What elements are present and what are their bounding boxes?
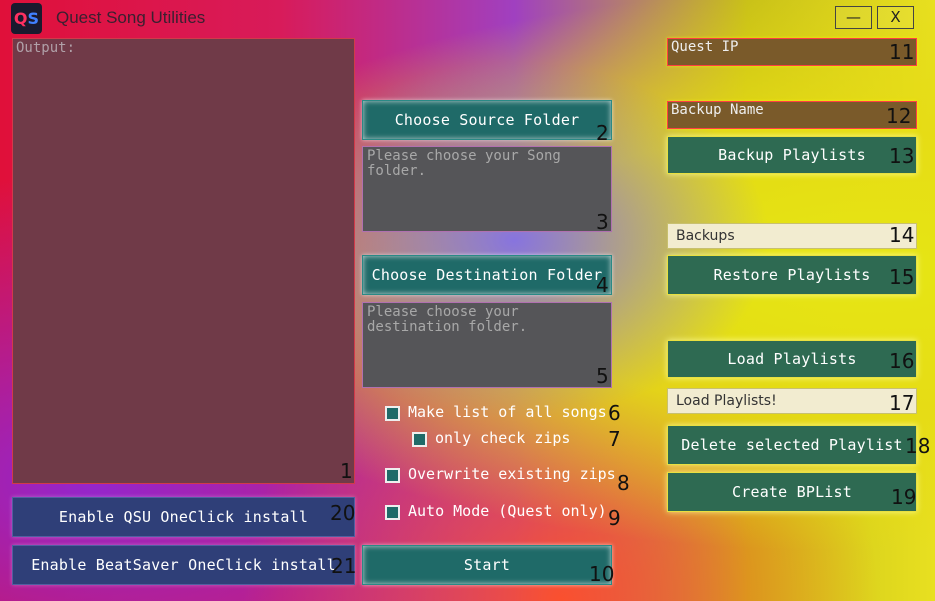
source-field-number: 3 [596, 210, 609, 234]
only-check-zips-number: 7 [608, 427, 621, 451]
backups-number: 14 [889, 223, 915, 247]
output-label: Output: [16, 40, 76, 56]
only-check-zips-label: only check zips [435, 429, 571, 447]
make-list-label: Make list of all songs [408, 403, 607, 421]
create-bplist-button[interactable]: Create BPList [667, 472, 917, 512]
backup-name-field[interactable]: Backup Name [667, 101, 917, 129]
create-bplist-number: 19 [891, 485, 917, 509]
auto-mode-checkbox[interactable] [385, 505, 400, 520]
make-list-number: 6 [608, 401, 621, 425]
make-list-checkbox[interactable] [385, 406, 400, 421]
load-playlists-button[interactable]: Load Playlists [667, 340, 917, 378]
backups-dropdown[interactable]: Backups [667, 223, 917, 249]
app-logo: QS [11, 3, 42, 34]
auto-mode-label: Auto Mode (Quest only) [408, 502, 607, 520]
qsu-oneclick-number: 20 [330, 501, 356, 525]
destination-folder-field[interactable]: Please choose your destination folder. [362, 302, 612, 388]
restore-playlists-button[interactable]: Restore Playlists [667, 255, 917, 295]
backup-playlists-button[interactable]: Backup Playlists [667, 136, 917, 174]
minimize-button[interactable]: — [835, 6, 872, 29]
destination-field-number: 5 [596, 364, 609, 388]
quest-ip-field[interactable]: Quest IP [667, 38, 917, 66]
auto-mode-number: 9 [608, 506, 621, 530]
start-number: 10 [589, 562, 615, 586]
source-folder-field[interactable]: Please choose your Song folder. [362, 146, 612, 232]
overwrite-zips-label: Overwrite existing zips [408, 465, 616, 483]
window-title: Quest Song Utilities [56, 8, 206, 27]
load-playlists-number: 16 [889, 349, 915, 373]
quest-ip-number: 11 [889, 40, 915, 64]
close-button[interactable]: X [877, 6, 914, 29]
choose-source-folder-button[interactable]: Choose Source Folder [362, 100, 612, 140]
overwrite-zips-number: 8 [617, 471, 630, 495]
overwrite-zips-checkbox[interactable] [385, 468, 400, 483]
delete-playlist-button[interactable]: Delete selected Playlist [667, 425, 917, 465]
backup-name-number: 12 [886, 104, 912, 128]
playlists-number: 17 [889, 391, 915, 415]
only-check-zips-checkbox[interactable] [412, 432, 427, 447]
choose-destination-folder-button[interactable]: Choose Destination Folder [362, 255, 612, 295]
playlists-dropdown[interactable]: Load Playlists! [667, 388, 917, 414]
delete-playlist-number: 18 [905, 434, 931, 458]
beatsaver-oneclick-button[interactable]: Enable BeatSaver OneClick install [12, 545, 355, 585]
qsu-oneclick-button[interactable]: Enable QSU OneClick install [12, 497, 355, 537]
destination-button-number: 4 [596, 273, 609, 297]
beatsaver-oneclick-number: 21 [331, 554, 357, 578]
start-button[interactable]: Start [362, 545, 612, 585]
output-box[interactable]: Output: [12, 38, 355, 484]
backup-playlists-number: 13 [889, 144, 915, 168]
restore-playlists-number: 15 [889, 265, 915, 289]
output-number: 1 [340, 459, 353, 483]
source-button-number: 2 [596, 121, 609, 145]
